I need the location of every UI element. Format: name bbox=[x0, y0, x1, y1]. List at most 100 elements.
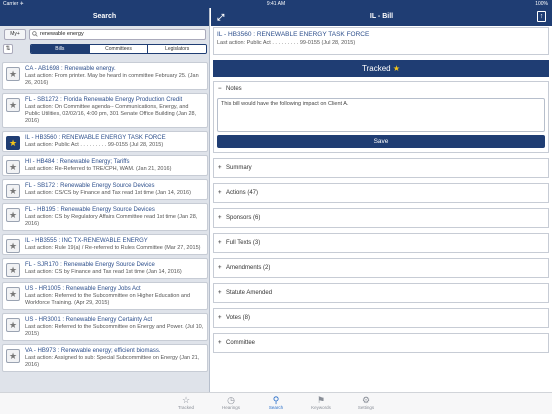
section-label: Statute Amended bbox=[226, 290, 273, 296]
bill-item-last-action: Last action: CS by Regulatory Affairs Co… bbox=[25, 214, 198, 227]
bill-list-item[interactable]: ★ IL - HB3560 : RENEWABLE ENERGY TASK FOR… bbox=[2, 131, 208, 152]
share-icon[interactable]: ↑ bbox=[537, 11, 546, 22]
star-icon[interactable]: ★ bbox=[6, 67, 20, 81]
tab-bar: ☆ Tracked ◷ Hearings ⚲ Search ⚑ Keywords ⚙ Settin… bbox=[0, 392, 552, 414]
bill-item-last-action: Last action: Public Act . . . . . . . . … bbox=[25, 142, 164, 148]
tracked-button[interactable]: Tracked ★ bbox=[213, 60, 549, 77]
keywords-icon: ⚑ bbox=[316, 395, 326, 405]
segment-control: Bills Committees Legislators bbox=[30, 44, 207, 54]
section-header[interactable]: + Full Texts (3) bbox=[214, 234, 548, 253]
star-icon[interactable]: ★ bbox=[6, 349, 20, 363]
tab-label: Hearings bbox=[221, 405, 240, 410]
bill-item-last-action: Last action: Re-Referred to TRE/CPH, WAM… bbox=[25, 166, 172, 172]
bill-list-item[interactable]: ★ FL - SJR170 : Renewable Energy Source D… bbox=[2, 258, 208, 279]
segment-committees[interactable]: Committees bbox=[88, 45, 148, 53]
tab-label: Settings bbox=[357, 405, 375, 410]
bill-list-item[interactable]: ★ US - HR3001 : Renewable Energy Certaint… bbox=[2, 313, 208, 341]
section-actions-47[interactable]: + Actions (47) bbox=[213, 183, 549, 203]
star-icon: ☆ bbox=[181, 395, 191, 405]
expand-plus-icon: + bbox=[218, 315, 222, 321]
bill-list-item[interactable]: ★ CA - AB1698 : Renewable energy. Last act… bbox=[2, 62, 208, 90]
tab-label: Search bbox=[268, 405, 284, 410]
save-button[interactable]: Save bbox=[217, 135, 545, 148]
bill-list: ★ CA - AB1698 : Renewable energy. Last act… bbox=[0, 62, 209, 375]
bill-list-item[interactable]: ★ VA - HB973 : Renewable energy; efficien… bbox=[2, 344, 208, 372]
bill-item-title: HI - HB484 : Renewable Energy; Tariffs bbox=[25, 159, 130, 165]
section-header[interactable]: + Statute Amended bbox=[214, 284, 548, 303]
bill-item-title: FL - SB172 : Renewable Energy Source Dev… bbox=[25, 183, 155, 189]
star-icon[interactable]: ★ bbox=[6, 184, 20, 198]
notes-header[interactable]: − Notes bbox=[214, 82, 548, 96]
bill-item-title: IL - HB3555 : INC TX-RENEWABLE ENERGY bbox=[25, 238, 148, 244]
bill-item-title: CA - AB1698 : Renewable energy. bbox=[25, 66, 116, 72]
gear-icon: ⚙ bbox=[361, 395, 371, 405]
search-header-title: Search bbox=[0, 8, 209, 26]
bill-item-last-action: Last action: CS by Finance and Tax read … bbox=[25, 269, 182, 275]
star-icon[interactable]: ★ bbox=[6, 208, 20, 222]
bill-item-last-action: Last action: On Committee agenda-- Commu… bbox=[25, 104, 197, 124]
section-sponsors-6[interactable]: + Sponsors (6) bbox=[213, 208, 549, 228]
segment-legislators[interactable]: Legislators bbox=[147, 45, 206, 53]
section-committee[interactable]: + Committee bbox=[213, 333, 549, 353]
bill-title-card: IL - HB3560 : RENEWABLE ENERGY TASK FORC… bbox=[213, 27, 549, 55]
expand-plus-icon: + bbox=[218, 265, 222, 271]
bill-detail-panel: ⤢ IL - Bill ↑ IL - HB3560 : RENEWABLE EN… bbox=[211, 8, 552, 392]
my-plus-button[interactable]: My+ bbox=[4, 29, 26, 40]
bill-list-item[interactable]: ★ FL - SB172 : Renewable Energy Source De… bbox=[2, 179, 208, 200]
search-input[interactable]: renewable energy bbox=[29, 29, 206, 40]
bill-list-item[interactable]: ★ US - HR1005 : Renewable Energy Jobs Act… bbox=[2, 282, 208, 310]
notes-textarea[interactable]: This bill would have the following impac… bbox=[217, 98, 545, 132]
section-label: Committee bbox=[226, 340, 256, 346]
section-label: Sponsors (6) bbox=[226, 215, 261, 221]
tab-keywords[interactable]: ⚑ Keywords bbox=[301, 395, 341, 411]
section-header[interactable]: + Votes (8) bbox=[214, 309, 548, 328]
expand-plus-icon: + bbox=[218, 340, 222, 346]
expand-plus-icon: + bbox=[218, 190, 222, 196]
detail-header: ⤢ IL - Bill ↑ bbox=[211, 8, 552, 26]
section-label: Full Texts (3) bbox=[226, 240, 261, 246]
section-summary[interactable]: + Summary bbox=[213, 158, 549, 178]
tab-hearings[interactable]: ◷ Hearings bbox=[211, 395, 251, 411]
section-header[interactable]: + Sponsors (6) bbox=[214, 209, 548, 228]
bill-list-item[interactable]: ★ FL - SB1272 : Florida Renewable Energy … bbox=[2, 93, 208, 128]
section-label: Votes (8) bbox=[226, 315, 251, 321]
bill-item-title: VA - HB973 : Renewable energy; efficient… bbox=[25, 348, 161, 354]
clock-icon: ◷ bbox=[227, 395, 235, 405]
star-icon[interactable]: ★ bbox=[6, 136, 20, 150]
search-icon: ⚲ bbox=[272, 395, 280, 405]
notes-section: − Notes This bill would have the followin… bbox=[213, 81, 549, 153]
bill-list-item[interactable]: ★ HI - HB484 : Renewable Energy; Tariffs L… bbox=[2, 155, 208, 176]
section-header[interactable]: + Committee bbox=[214, 334, 548, 353]
expand-plus-icon: + bbox=[218, 290, 222, 296]
bill-list-item[interactable]: ★ IL - HB3555 : INC TX-RENEWABLE ENERGY La… bbox=[2, 234, 208, 255]
section-amendments-2[interactable]: + Amendments (2) bbox=[213, 258, 549, 278]
section-votes-8[interactable]: + Votes (8) bbox=[213, 308, 549, 328]
section-header[interactable]: + Summary bbox=[214, 159, 548, 178]
section-full-texts-3[interactable]: + Full Texts (3) bbox=[213, 233, 549, 253]
segment-bills[interactable]: Bills bbox=[31, 45, 89, 53]
section-label: Amendments (2) bbox=[226, 265, 271, 271]
star-icon: ★ bbox=[392, 64, 400, 73]
bill-item-last-action: Last action: Rule 19(a) / Re-referred to… bbox=[25, 245, 201, 251]
status-bar: Carrier ✈ 9:41 AM 100% bbox=[0, 0, 552, 8]
star-icon[interactable]: ★ bbox=[6, 239, 20, 253]
expand-icon[interactable]: ⤢ bbox=[217, 11, 224, 23]
bill-item-last-action: Last action: Referred to the Subcommitte… bbox=[25, 293, 191, 306]
section-header[interactable]: + Amendments (2) bbox=[214, 259, 548, 278]
sort-icon[interactable]: ⇅ bbox=[3, 44, 13, 54]
star-icon[interactable]: ★ bbox=[6, 160, 20, 174]
bill-item-title: FL - SJR170 : Renewable Energy Source De… bbox=[25, 262, 155, 268]
tab-tracked[interactable]: ☆ Tracked bbox=[166, 395, 206, 411]
tab-search[interactable]: ⚲ Search bbox=[256, 395, 296, 411]
star-icon[interactable]: ★ bbox=[6, 318, 20, 332]
section-statute-amended[interactable]: + Statute Amended bbox=[213, 283, 549, 303]
section-header[interactable]: + Actions (47) bbox=[214, 184, 548, 203]
tab-settings[interactable]: ⚙ Settings bbox=[346, 395, 386, 411]
bill-list-item[interactable]: ★ FL - HB195 : Renewable Energy Source De… bbox=[2, 203, 208, 231]
star-icon[interactable]: ★ bbox=[6, 263, 20, 277]
star-icon[interactable]: ★ bbox=[6, 287, 20, 301]
detail-header-title: IL - Bill bbox=[369, 13, 394, 20]
star-icon[interactable]: ★ bbox=[6, 98, 20, 112]
section-label: Actions (47) bbox=[226, 190, 259, 196]
tab-label: Tracked bbox=[177, 405, 195, 410]
